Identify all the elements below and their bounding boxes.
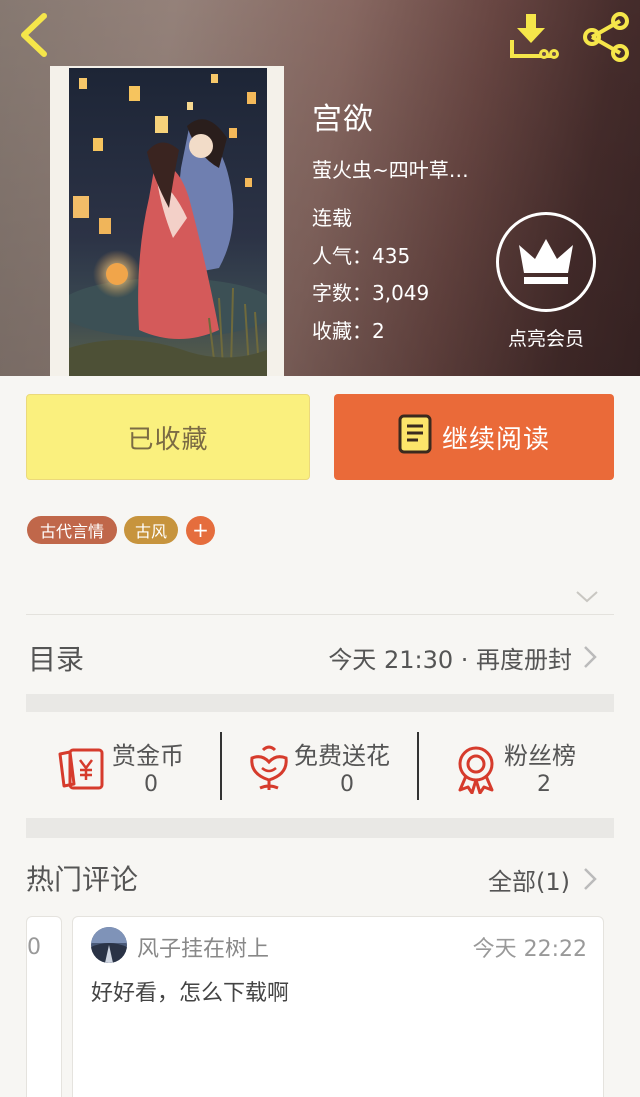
section-band xyxy=(26,818,614,838)
comment-text: 好好看，怎么下载啊 xyxy=(91,981,290,1006)
catalog-title[interactable]: 目录 xyxy=(28,638,84,678)
book-cover-image xyxy=(69,68,267,376)
book-header: 宫欲 萤火虫~四叶草… 连载 人气：435 字数：3,049 收藏：2 点亮会员 xyxy=(0,0,640,376)
comment-card-previous[interactable]: 0 xyxy=(26,916,62,1097)
book-word-count: 字数：3,049 xyxy=(312,281,430,305)
reward-coin-count: 0 xyxy=(144,772,158,797)
reward-separator xyxy=(220,732,222,800)
all-comments-link[interactable]: 全部(1) xyxy=(488,862,570,897)
book-popularity: 人气：435 xyxy=(312,244,411,268)
book-author[interactable]: 萤火虫~四叶草… xyxy=(312,154,469,183)
vip-label: 点亮会员 xyxy=(507,328,584,350)
share-button[interactable] xyxy=(580,12,632,62)
medal-icon xyxy=(452,744,502,795)
reward-separator xyxy=(417,732,419,800)
book-status: 连载 xyxy=(312,206,352,230)
avatar[interactable] xyxy=(91,927,127,963)
add-tag-button[interactable]: + xyxy=(186,516,215,545)
book-cover[interactable] xyxy=(50,66,284,376)
free-flower-count: 0 xyxy=(340,772,354,797)
free-flower-label: 免费送花 xyxy=(294,742,390,770)
tag-classical-style[interactable]: 古风 xyxy=(124,516,178,544)
book-icon xyxy=(398,414,432,461)
fan-rank-count: 2 xyxy=(537,772,551,797)
latest-chapter[interactable]: 今天 21:30 · 再度册封 xyxy=(328,640,572,675)
comment-card-previous-text: 0 xyxy=(27,935,41,960)
flower-icon xyxy=(244,744,294,794)
reward-coin-button[interactable]: 赏金币 0 xyxy=(56,732,206,802)
share-icon xyxy=(583,12,629,62)
comment-username[interactable]: 风子挂在树上 xyxy=(137,931,269,963)
back-button[interactable] xyxy=(14,12,54,58)
continue-reading-label: 继续阅读 xyxy=(441,424,550,455)
download-button[interactable] xyxy=(506,12,560,60)
back-chevron-icon xyxy=(21,13,47,57)
continue-reading-button[interactable]: 继续阅读 xyxy=(334,394,614,480)
comment-card[interactable]: 风子挂在树上 今天 22:22 好好看，怎么下载啊 xyxy=(72,916,604,1097)
fan-rank-label: 粉丝榜 xyxy=(504,742,576,770)
book-title: 宫欲 xyxy=(312,102,374,137)
crown-icon xyxy=(519,239,573,284)
chevron-down-icon xyxy=(576,591,598,603)
book-favorites: 收藏：2 xyxy=(312,319,385,343)
vip-button[interactable]: 点亮会员 xyxy=(494,212,598,352)
tag-ancient-romance[interactable]: 古代言情 xyxy=(27,516,117,544)
comment-time: 今天 22:22 xyxy=(472,937,587,962)
expand-intro-button[interactable] xyxy=(574,588,600,606)
vip-badge xyxy=(496,212,596,312)
fan-rank-button[interactable]: 粉丝榜 2 xyxy=(452,732,592,802)
hot-comments-title: 热门评论 xyxy=(26,863,139,896)
section-divider xyxy=(26,614,614,615)
collected-label: 已收藏 xyxy=(127,424,209,455)
free-flower-button[interactable]: 免费送花 0 xyxy=(244,732,414,802)
reward-coin-label: 赏金币 xyxy=(112,742,184,770)
red-envelope-icon xyxy=(56,744,106,794)
comments-chevron-right-icon xyxy=(582,866,598,892)
collected-button[interactable]: 已收藏 xyxy=(26,394,310,480)
section-band xyxy=(26,694,614,712)
catalog-chevron-right-icon xyxy=(582,644,598,670)
download-icon xyxy=(510,14,559,59)
